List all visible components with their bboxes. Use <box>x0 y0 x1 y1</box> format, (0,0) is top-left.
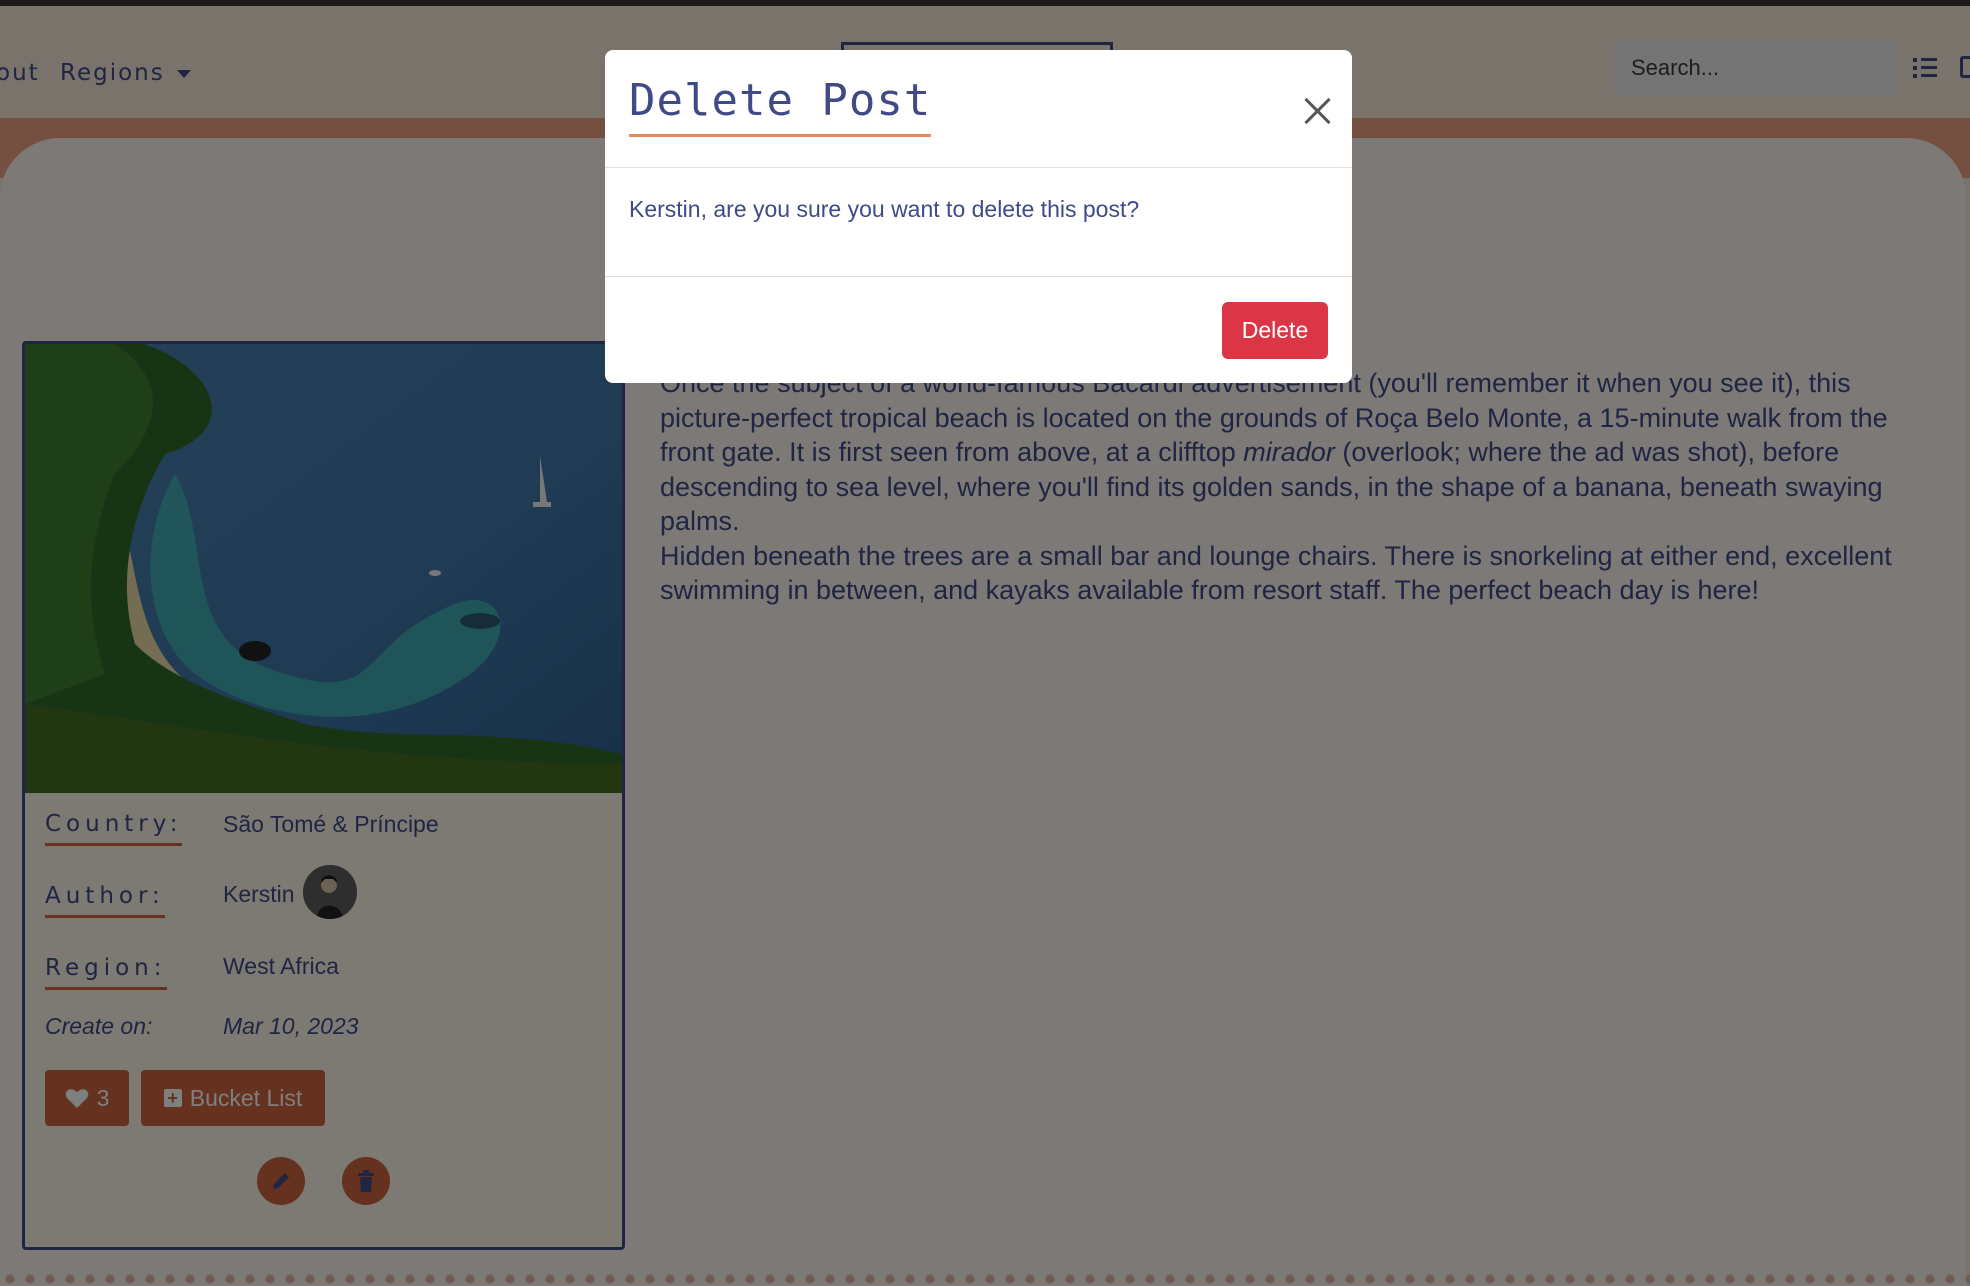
modal-header-divider <box>605 167 1352 168</box>
modal-message: Kerstin, are you sure you want to delete… <box>629 196 1140 222</box>
delete-post-modal: Delete Post Kerstin, are you sure you wa… <box>605 50 1352 383</box>
modal-title: Delete Post <box>629 75 932 137</box>
close-icon[interactable] <box>1301 94 1333 126</box>
confirm-delete-button[interactable]: Delete <box>1222 302 1328 359</box>
modal-footer-divider <box>605 276 1352 277</box>
